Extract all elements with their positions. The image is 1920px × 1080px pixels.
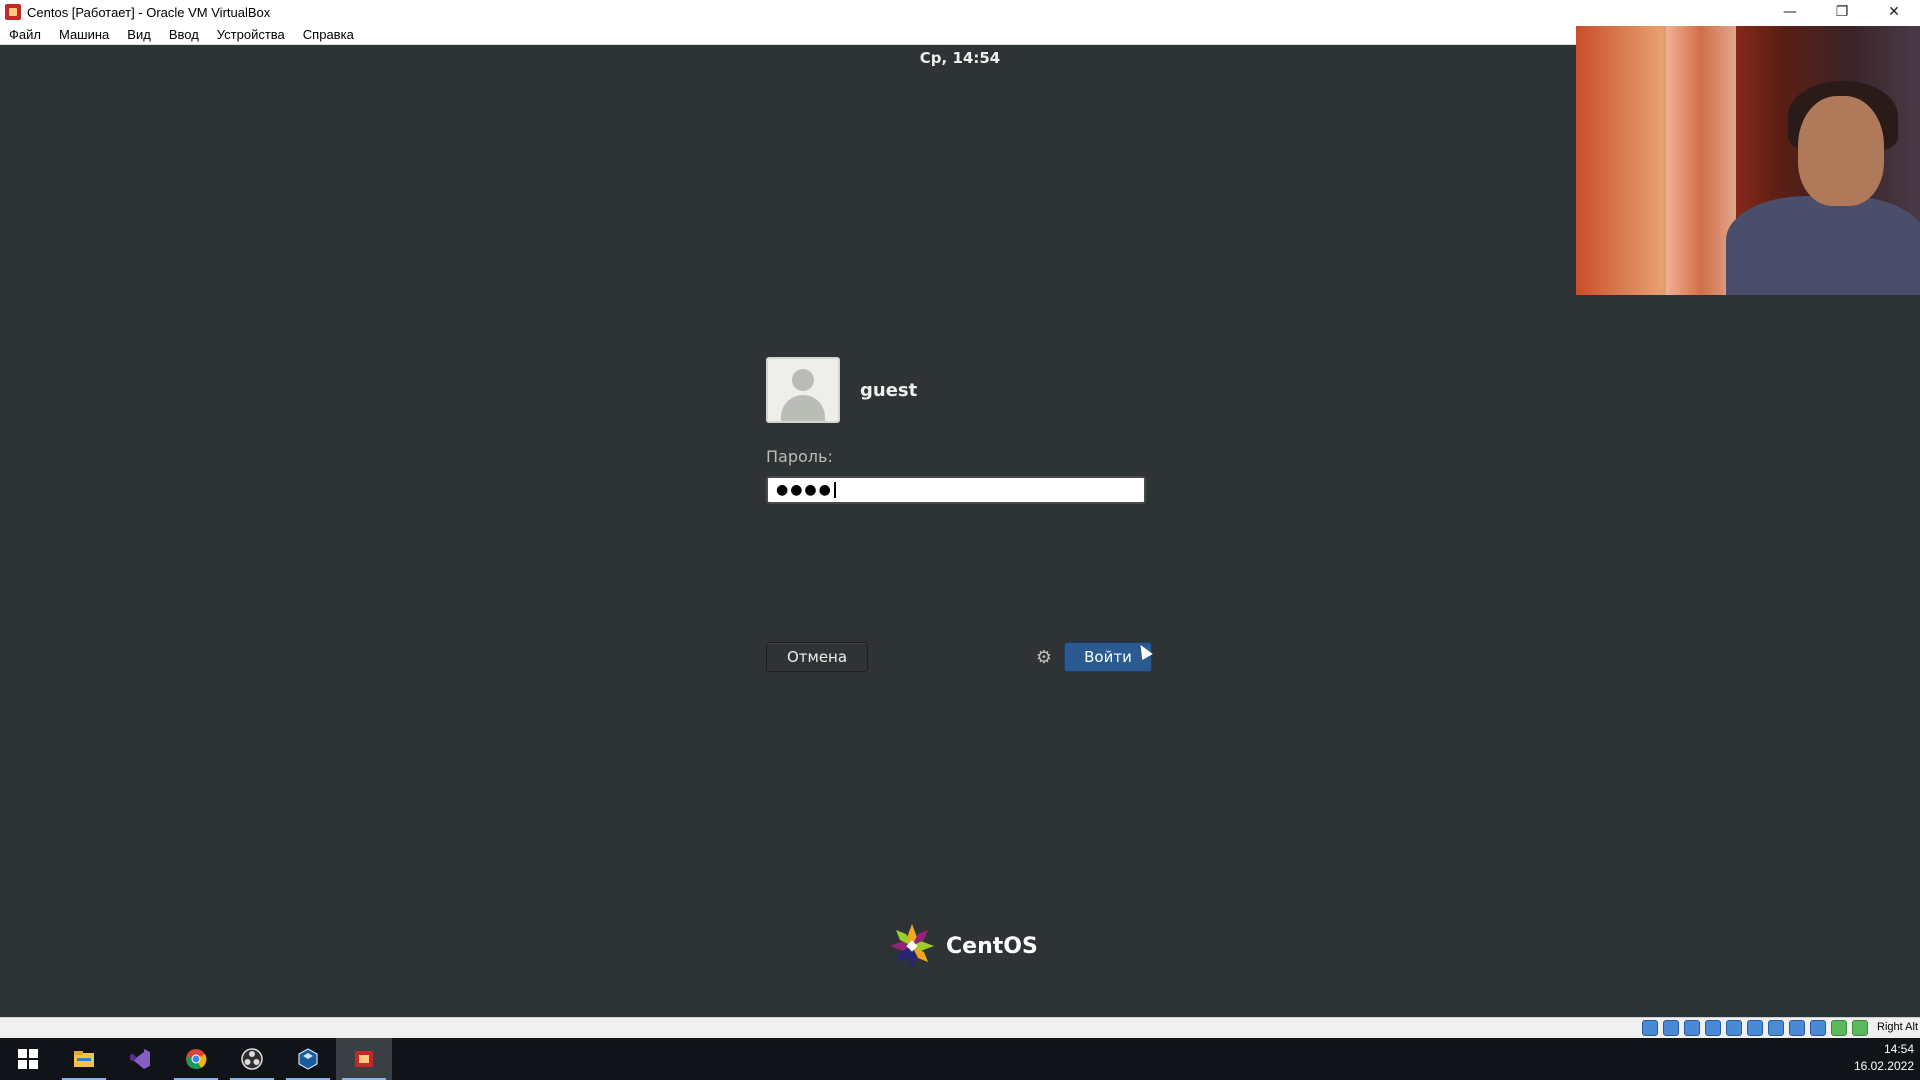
menu-devices[interactable]: Устройства xyxy=(208,27,294,42)
vt-x-icon[interactable] xyxy=(1810,1020,1826,1036)
app-red-icon[interactable] xyxy=(336,1038,392,1080)
password-label: Пароль: xyxy=(766,447,833,466)
avatar-head-shape xyxy=(792,369,814,391)
webcam-person-head xyxy=(1798,96,1884,206)
window-title: Centos [Работает] - Oracle VM VirtualBox xyxy=(27,4,271,20)
menu-file[interactable]: Файл xyxy=(0,27,50,42)
status-icons xyxy=(1642,1020,1868,1036)
usb-icon[interactable] xyxy=(1726,1020,1742,1036)
audio-icon[interactable] xyxy=(1684,1020,1700,1036)
login-form: guest Пароль: ●●●● xyxy=(766,357,1152,504)
centos-logo-icon xyxy=(890,924,934,968)
recording-icon[interactable] xyxy=(1789,1020,1805,1036)
windows-start-icon[interactable] xyxy=(0,1038,56,1080)
minimize-button[interactable]: — xyxy=(1764,0,1816,24)
login-buttons-row: Отмена ⚙ Войти xyxy=(766,642,1152,672)
password-masked-value: ●●●● xyxy=(776,482,833,498)
text-caret xyxy=(833,482,836,498)
windows-taskbar: 14:54 16.02.2022 xyxy=(0,1038,1920,1080)
keyboard-capture-icon[interactable] xyxy=(1852,1020,1868,1036)
gear-icon[interactable]: ⚙ xyxy=(1034,647,1054,668)
visual-studio-icon[interactable] xyxy=(112,1038,168,1080)
file-explorer-icon[interactable] xyxy=(56,1038,112,1080)
password-input[interactable]: ●●●● xyxy=(766,476,1146,504)
virtualbox-icon[interactable] xyxy=(280,1038,336,1080)
avatar-shoulders-shape xyxy=(781,395,825,421)
display-icon[interactable] xyxy=(1768,1020,1784,1036)
webcam-person-body xyxy=(1726,196,1920,295)
menu-view[interactable]: Вид xyxy=(118,27,160,42)
chrome-icon[interactable] xyxy=(168,1038,224,1080)
user-row: guest xyxy=(766,357,1152,423)
menu-help[interactable]: Справка xyxy=(294,27,363,42)
tray-time: 14:54 xyxy=(1883,1042,1914,1056)
mouse-integration-icon[interactable] xyxy=(1831,1020,1847,1036)
centos-logo: CentOS xyxy=(888,922,1038,970)
tray-date: 16.02.2022 xyxy=(1853,1059,1914,1073)
menu-machine[interactable]: Машина xyxy=(50,27,118,42)
cancel-button[interactable]: Отмена xyxy=(766,642,868,672)
window-controls: — ❐ ✕ xyxy=(1764,0,1920,24)
restore-button[interactable]: ❐ xyxy=(1816,0,1868,24)
menu-input[interactable]: Ввод xyxy=(160,27,208,42)
window-titlebar: Centos [Работает] - Oracle VM VirtualBox… xyxy=(0,0,1920,24)
vbox-statusbar: Right Alt xyxy=(0,1017,1920,1038)
virtualbox-app-icon xyxy=(5,4,21,20)
optical-drive-icon[interactable] xyxy=(1663,1020,1679,1036)
host-key-label: Right Alt xyxy=(1877,1021,1918,1033)
centos-brand-text: CentOS xyxy=(946,933,1038,959)
close-button[interactable]: ✕ xyxy=(1868,0,1920,24)
user-avatar xyxy=(766,357,840,423)
obs-icon[interactable] xyxy=(224,1038,280,1080)
tray-clock[interactable]: 14:54 16.02.2022 xyxy=(1854,1041,1914,1075)
username-label: guest xyxy=(860,379,918,401)
network-icon[interactable] xyxy=(1705,1020,1721,1036)
shared-folders-icon[interactable] xyxy=(1747,1020,1763,1036)
webcam-overlay xyxy=(1576,26,1920,295)
hard-disk-icon[interactable] xyxy=(1642,1020,1658,1036)
